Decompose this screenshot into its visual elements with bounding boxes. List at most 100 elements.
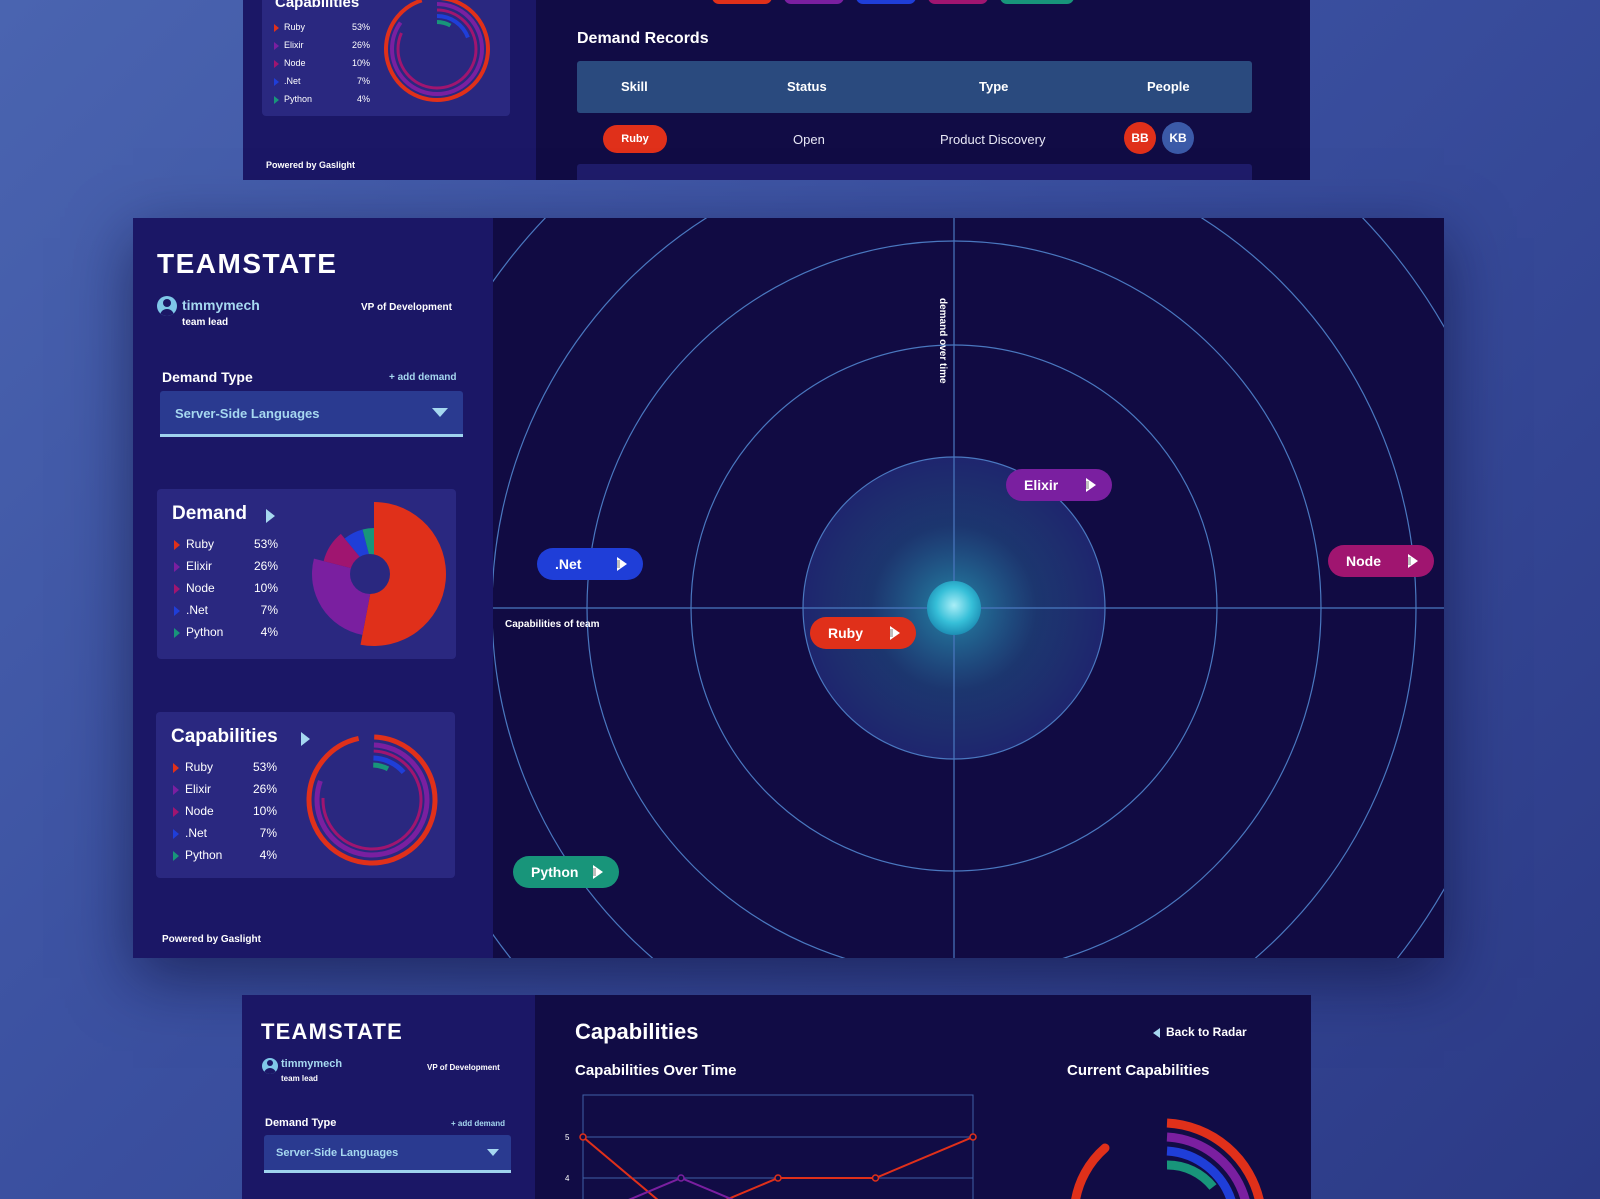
pie-hole xyxy=(350,554,390,594)
ring-net xyxy=(327,755,417,845)
back-to-radar-link[interactable]: Back to Radar xyxy=(1153,1025,1247,1039)
play-arrow-icon xyxy=(1408,554,1420,568)
capabilities-over-time-title: Capabilities Over Time xyxy=(575,1062,737,1079)
brand-logo[interactable]: TEAMSTATE xyxy=(157,248,337,280)
current-capabilities-title: Current Capabilities xyxy=(1067,1062,1210,1079)
ring-node xyxy=(396,8,478,90)
powered-by: Powered by Gaslight xyxy=(266,160,356,170)
play-arrow-icon xyxy=(593,865,605,879)
capabilities-card-mini[interactable]: Capabilities Ruby 53% Elixir 26% Node 10% .… xyxy=(262,0,510,116)
brand-logo[interactable]: TEAMSTATE xyxy=(261,1019,403,1045)
radar-center-node xyxy=(927,581,981,635)
add-demand-link[interactable]: + add demand xyxy=(451,1119,505,1128)
skill-chip-ruby[interactable]: Ruby xyxy=(603,125,667,153)
legend-item-net: .Net 7% xyxy=(174,603,278,617)
capabilities-card-title: Capabilities xyxy=(275,0,360,11)
column-header-status[interactable]: Status xyxy=(787,79,827,94)
triangle-icon xyxy=(174,561,180,572)
legend-item-node: Node 10% xyxy=(174,581,278,595)
series-line-ruby xyxy=(582,1136,974,1199)
triangle-icon xyxy=(274,77,279,86)
y-tick-label: 4 xyxy=(565,1174,570,1183)
data-point-ruby xyxy=(871,1174,880,1182)
avatar[interactable]: BB xyxy=(1124,122,1156,154)
column-header-type[interactable]: Type xyxy=(979,79,1008,94)
y-axis-label: demand over time xyxy=(937,298,948,384)
data-point-elixir xyxy=(677,1174,685,1182)
powered-by: Powered by Gaslight xyxy=(162,934,261,945)
triangle-icon xyxy=(274,23,279,32)
ring-python xyxy=(408,20,466,78)
column-header-skill[interactable]: Skill xyxy=(621,79,648,94)
demand-card[interactable]: Demand Ruby 53% Elixir 26% Node 10% .Net 7% … xyxy=(157,489,456,659)
demand-type-label: Demand Type xyxy=(162,369,253,385)
legend-item-python: Python 4% xyxy=(174,625,278,639)
job-title: VP of Development xyxy=(361,302,452,313)
triangle-icon xyxy=(274,41,279,50)
user-icon xyxy=(262,1058,278,1074)
radar-pill-net[interactable]: .Net xyxy=(537,548,643,580)
user-role: team lead xyxy=(281,1074,318,1083)
ring-python xyxy=(334,762,410,838)
legend-item-ruby: Ruby 53% xyxy=(274,22,370,32)
capabilities-line-chart: 54 xyxy=(565,1094,977,1199)
chevron-down-icon xyxy=(432,408,448,417)
table-row[interactable] xyxy=(577,164,1252,180)
legend-item-ruby: Ruby 53% xyxy=(173,760,277,774)
username[interactable]: timmymech xyxy=(281,1058,342,1070)
data-point-ruby xyxy=(969,1133,977,1141)
demand-type-label: Demand Type xyxy=(265,1117,337,1129)
ring-ruby xyxy=(306,734,438,866)
radar-pill-elixir-stub[interactable] xyxy=(784,0,844,4)
play-arrow-icon xyxy=(890,626,902,640)
sidebar: TEAMSTATE timmymech team lead VP of Deve… xyxy=(242,995,535,1199)
radar-pill-net-stub[interactable] xyxy=(856,0,916,4)
play-arrow-icon xyxy=(617,557,629,571)
radar-pill-python[interactable]: Python xyxy=(513,856,619,888)
radar-chart: demand over time Capabilities of team El… xyxy=(493,218,1444,958)
table-row[interactable]: Ruby Open Product Discovery BB KB xyxy=(577,116,1252,164)
triangle-icon xyxy=(274,59,279,68)
type-cell: Product Discovery xyxy=(940,132,1046,147)
play-arrow-icon xyxy=(1086,478,1098,492)
legend-item-net: .Net 7% xyxy=(173,826,277,840)
sidebar: Capabilities Ruby 53% Elixir 26% Node 10% .… xyxy=(243,0,536,180)
column-header-people[interactable]: People xyxy=(1147,79,1190,94)
radar-pill-elixir[interactable]: Elixir xyxy=(1006,469,1112,501)
data-point-ruby xyxy=(774,1174,782,1182)
radar-pill-ruby[interactable]: Ruby xyxy=(810,617,916,649)
sidebar: TEAMSTATE timmymech team lead VP of Deve… xyxy=(133,218,493,958)
play-arrow-icon[interactable] xyxy=(266,509,275,523)
ring-node xyxy=(321,749,423,851)
triangle-icon xyxy=(173,784,179,795)
triangle-icon xyxy=(174,583,180,594)
legend-item-node: Node 10% xyxy=(173,804,277,818)
x-axis-label: Capabilities of team xyxy=(505,619,600,630)
radar-pill-python-stub[interactable] xyxy=(1000,0,1074,4)
records-table-header: Skill Status Type People xyxy=(577,61,1252,113)
radar-pill-ruby-stub[interactable] xyxy=(712,0,772,4)
chart-frame xyxy=(582,1094,974,1199)
page-title: Capabilities xyxy=(575,1019,699,1044)
ring-elixir xyxy=(314,742,430,858)
demand-type-select[interactable]: Server-Side Languages xyxy=(160,391,463,437)
triangle-icon xyxy=(173,762,179,773)
triangle-icon xyxy=(174,605,180,616)
username[interactable]: timmymech xyxy=(182,297,260,313)
demand-pie-chart xyxy=(312,502,446,646)
records-title: Demand Records xyxy=(577,30,709,47)
triangle-icon xyxy=(174,539,180,550)
avatar[interactable]: KB xyxy=(1162,122,1194,154)
user-role: team lead xyxy=(182,317,229,328)
capabilities-screen-preview: TEAMSTATE timmymech team lead VP of Deve… xyxy=(242,995,1311,1199)
capabilities-card[interactable]: Capabilities Ruby 53% Elixir 26% Node 10% .… xyxy=(156,712,455,878)
radar-grid xyxy=(493,218,1444,958)
radar-pill-node-stub[interactable] xyxy=(928,0,988,4)
radar-pill-node[interactable]: Node xyxy=(1328,545,1434,577)
demand-type-select[interactable]: Server-Side Languages xyxy=(264,1135,511,1173)
capabilities-ring-chart xyxy=(306,734,438,866)
status-cell: Open xyxy=(793,132,825,147)
add-demand-link[interactable]: + add demand xyxy=(389,372,457,383)
legend-item-elixir: Elixir 26% xyxy=(173,782,277,796)
demand-records-panel: Demand Records Skill Status Type People … xyxy=(536,0,1310,180)
